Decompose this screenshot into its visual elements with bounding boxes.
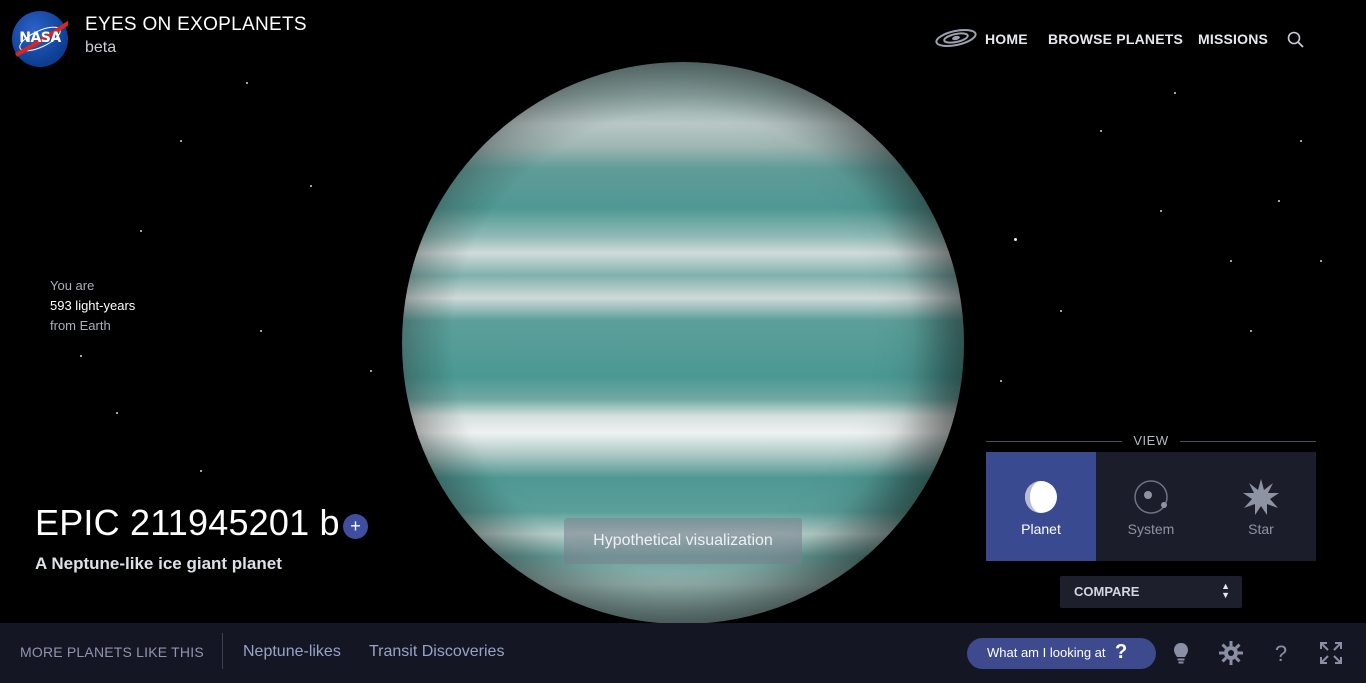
galaxy-icon[interactable]	[935, 26, 977, 50]
nasa-logo-text: NASA	[19, 30, 61, 46]
search-icon[interactable]	[1286, 30, 1306, 50]
star	[1000, 380, 1002, 382]
hypothetical-visualization-label: Hypothetical visualization	[564, 518, 802, 564]
what-am-i-looking-at-label: What am I looking at	[987, 645, 1106, 660]
distance-value: 593 light-years	[50, 298, 136, 313]
star	[1300, 140, 1302, 142]
planet-icon	[1025, 481, 1057, 513]
bottom-bar	[0, 623, 1366, 683]
view-panel: Planet System Star	[986, 452, 1316, 561]
star	[1100, 130, 1102, 132]
system-icon	[1134, 480, 1168, 514]
more-planets-label: MORE PLANETS LIKE THIS	[20, 644, 204, 660]
planet-description: A Neptune-like ice giant planet	[35, 554, 282, 573]
star	[1230, 260, 1232, 262]
nav-browse-planets-link[interactable]: BROWSE PLANETS	[1048, 31, 1183, 47]
view-star-label: Star	[1248, 521, 1274, 537]
gear-icon[interactable]	[1218, 640, 1244, 666]
distance-label: You are	[50, 278, 95, 293]
bottom-divider	[222, 633, 223, 669]
star	[1174, 92, 1176, 94]
star	[180, 140, 182, 142]
view-planet-button[interactable]: Planet	[986, 452, 1096, 561]
star	[116, 412, 118, 414]
add-to-compare-button[interactable]: +	[343, 514, 368, 539]
question-icon: ?	[1115, 641, 1128, 663]
star	[1250, 330, 1252, 332]
star	[246, 82, 248, 84]
app-title[interactable]: EYES ON EXOPLANETS	[85, 14, 307, 36]
select-arrows-icon: ▲ ▼	[1221, 581, 1230, 600]
star	[140, 230, 142, 232]
nav-home-link[interactable]: HOME	[985, 31, 1028, 47]
star	[1060, 310, 1062, 312]
nasa-logo[interactable]: NASA	[12, 11, 68, 67]
compare-select[interactable]: COMPARE ▲ ▼	[1060, 576, 1242, 608]
view-divider-right	[1180, 441, 1316, 442]
fullscreen-icon[interactable]	[1318, 640, 1344, 666]
view-divider-left	[986, 441, 1122, 442]
star-icon	[1243, 479, 1279, 515]
neptune-likes-link[interactable]: Neptune-likes	[243, 643, 341, 661]
what-am-i-looking-at-button[interactable]: What am I looking at ?	[967, 638, 1156, 669]
compare-label: COMPARE	[1074, 584, 1140, 599]
view-planet-label: Planet	[1021, 521, 1061, 537]
star	[1160, 210, 1162, 212]
star	[1320, 260, 1322, 262]
star	[310, 185, 312, 187]
star	[200, 470, 202, 472]
svg-text:?: ?	[1275, 641, 1287, 666]
planet-name: EPIC 211945201 b	[35, 502, 340, 543]
star	[260, 330, 262, 332]
view-system-button[interactable]: System	[1096, 452, 1206, 561]
nav-missions-link[interactable]: MISSIONS	[1198, 31, 1268, 47]
star	[1014, 238, 1017, 241]
star	[370, 370, 372, 372]
view-system-label: System	[1127, 521, 1175, 537]
star	[1278, 200, 1280, 202]
help-icon[interactable]: ?	[1268, 640, 1294, 666]
distance-suffix: from Earth	[50, 318, 111, 333]
app-subtitle: beta	[85, 39, 117, 56]
transit-discoveries-link[interactable]: Transit Discoveries	[369, 643, 504, 661]
star	[80, 355, 82, 357]
view-star-button[interactable]: Star	[1206, 452, 1316, 561]
lightbulb-icon[interactable]	[1168, 640, 1194, 666]
view-title: VIEW	[1133, 433, 1169, 448]
